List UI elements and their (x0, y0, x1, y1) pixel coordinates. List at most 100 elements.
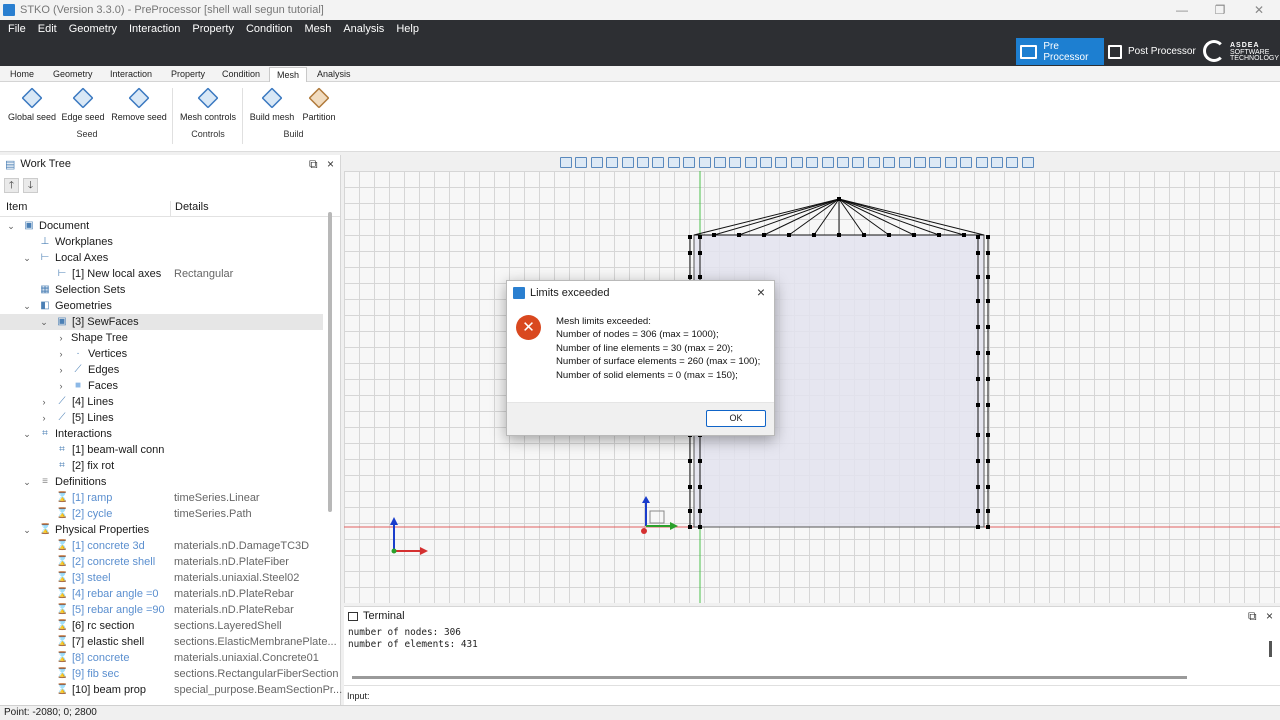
tree-row[interactable]: ⌛ [3] steel materials.uniaxial.Steel02 (0, 570, 340, 586)
edge-seed-button[interactable]: Edge seed (60, 87, 106, 122)
mesh-controls-button[interactable]: Mesh controls (178, 87, 238, 122)
menu-analysis[interactable]: Analysis (339, 23, 388, 35)
view-iso-icon[interactable] (560, 157, 572, 168)
chevron-right-icon[interactable]: › (56, 362, 66, 378)
chevron-down-icon[interactable]: ⌄ (39, 314, 49, 330)
float-panel-icon[interactable]: ⧉ (309, 157, 318, 172)
tree-row[interactable]: ⌛ [4] rebar angle =0 materials.nD.PlateReb… (0, 586, 340, 602)
close-window-icon[interactable]: ✕ (1249, 3, 1269, 17)
tree-row[interactable]: ⌛ [9] fib sec sections.RectangularFiberSec… (0, 666, 340, 682)
build-mesh-button[interactable]: Build mesh (248, 87, 296, 122)
tree-row[interactable]: ▦ Selection Sets (0, 282, 340, 298)
close-icon[interactable]: × (757, 284, 765, 300)
tab-geometry[interactable]: Geometry (46, 67, 100, 82)
chevron-down-icon[interactable]: ⌄ (22, 250, 32, 266)
select-box-icon[interactable] (852, 157, 865, 168)
tree-row[interactable]: ⌄ ◧ Geometries (0, 298, 340, 314)
chevron-down-icon[interactable]: ⌄ (22, 426, 32, 442)
menu-help[interactable]: Help (392, 23, 423, 35)
terminal-input-row[interactable]: Input: (344, 685, 1280, 705)
tree-row[interactable]: › Shape Tree (0, 330, 340, 346)
tab-condition[interactable]: Condition (215, 67, 267, 82)
tree-row[interactable]: ⊥ Workplanes (0, 234, 340, 250)
grid-icon[interactable] (806, 157, 819, 168)
close-panel-icon[interactable]: × (327, 157, 334, 171)
chevron-right-icon[interactable]: › (39, 394, 49, 410)
chevron-right-icon[interactable]: › (39, 410, 49, 426)
chevron-down-icon[interactable]: ⌄ (22, 522, 32, 538)
tree-row[interactable]: ⌛ [10] beam prop special_purpose.BeamSecti… (0, 682, 342, 698)
section-icon[interactable] (729, 157, 742, 168)
pick-icon[interactable] (775, 157, 788, 168)
chevron-right-icon[interactable]: › (56, 346, 66, 362)
render-mode-icon[interactable] (883, 157, 896, 168)
move-up-icon[interactable]: 🡑 (4, 177, 19, 193)
tree-row[interactable]: ⌗ [1] beam-wall conn (0, 442, 340, 458)
tree-row[interactable]: › ⟋ [5] Lines (0, 410, 340, 426)
menu-condition[interactable]: Condition (242, 23, 296, 35)
ok-button[interactable]: OK (706, 410, 766, 427)
tree-row[interactable]: ⌄ ≡ Definitions (0, 474, 340, 490)
menu-file[interactable]: File (4, 23, 30, 35)
tree-row[interactable]: › ⟋ [4] Lines (0, 394, 340, 410)
viewport-3d[interactable] (344, 171, 1280, 603)
perspective-icon[interactable] (667, 157, 680, 168)
tree-row[interactable]: ⌄ ▣ Document (0, 218, 340, 234)
view-front-icon[interactable] (575, 157, 588, 168)
layout-1-icon[interactable] (944, 157, 957, 168)
global-seed-button[interactable]: Global seed (6, 87, 58, 122)
tab-property[interactable]: Property (164, 67, 212, 82)
tab-analysis[interactable]: Analysis (310, 67, 358, 82)
terminal-hscrollbar[interactable] (352, 676, 1187, 679)
chevron-right-icon[interactable]: › (56, 378, 66, 394)
chevron-down-icon[interactable]: ⌄ (22, 474, 32, 490)
view-back-icon[interactable] (590, 157, 603, 168)
close-panel-icon[interactable]: × (1266, 609, 1273, 623)
axes-toggle-icon[interactable] (837, 157, 850, 168)
tree-row[interactable]: ⌛ [2] concrete shell materials.nD.PlateFib… (0, 554, 340, 570)
post-processor-button[interactable]: Post Processor (1104, 38, 1196, 65)
menu-mesh[interactable]: Mesh (300, 23, 335, 35)
light-icon[interactable] (929, 157, 942, 168)
grid-toggle-icon[interactable] (821, 157, 834, 168)
tree-row[interactable]: › ⟋ Edges (0, 362, 340, 378)
tree-row[interactable]: ⊢ [1] New local axes Rectangular (0, 266, 340, 282)
tree-row[interactable]: ⌄ ⌛ Physical Properties (0, 522, 340, 538)
tree-row[interactable]: ⌛ [7] elastic shell sections.ElasticMembra… (0, 634, 340, 650)
view-bottom-icon[interactable] (652, 157, 665, 168)
render-shaded-icon[interactable] (913, 157, 926, 168)
move-down-icon[interactable]: 🡓 (23, 177, 38, 193)
chevron-down-icon[interactable]: ⌄ (22, 298, 32, 314)
partition-button[interactable]: Partition (299, 87, 339, 122)
tree-row[interactable]: › ■ Faces (0, 378, 340, 394)
view-right-icon[interactable] (621, 157, 634, 168)
zoom-fit-icon[interactable] (744, 157, 757, 168)
tree-row[interactable]: ⌗ [2] fix rot (0, 458, 340, 474)
clip-icon[interactable] (713, 157, 726, 168)
tree-row[interactable]: ⌛ [8] concrete materials.uniaxial.Concrete… (0, 650, 340, 666)
tree-row-selected[interactable]: ⌄ ▣ [3] SewFaces (0, 314, 323, 330)
tree-row[interactable]: ⌄ ⌗ Interactions (0, 426, 340, 442)
tree-row[interactable]: ⌄ ⊢ Local Axes (0, 250, 340, 266)
tree-scrollbar[interactable] (328, 212, 332, 512)
terminal-scrollbar[interactable] (1269, 641, 1272, 657)
tree-row[interactable]: ⌛ [1] concrete 3d materials.nD.DamageTC3D (0, 538, 340, 554)
eye-hide-icon[interactable] (698, 157, 711, 168)
pre-processor-button[interactable]: Pre Processor (1016, 38, 1104, 65)
chevron-right-icon[interactable]: › (56, 330, 66, 346)
measure-icon[interactable] (790, 157, 803, 168)
tab-mesh[interactable]: Mesh (269, 67, 308, 82)
layout-4-icon[interactable] (990, 157, 1003, 168)
layout-5-icon[interactable] (1006, 157, 1019, 168)
maximize-icon[interactable]: ❐ (1210, 3, 1230, 17)
tab-home[interactable]: Home (3, 67, 41, 82)
eye-icon[interactable] (683, 157, 696, 168)
tree-row[interactable]: ⌛ [2] cycle timeSeries.Path (0, 506, 340, 522)
remove-seed-button[interactable]: Remove seed (110, 87, 168, 122)
tree-row[interactable]: ⌛ [5] rebar angle =90 materials.nD.PlateRe… (0, 602, 340, 618)
zoom-icon[interactable] (760, 157, 773, 168)
view-left-icon[interactable] (606, 157, 619, 168)
view-top-icon[interactable] (636, 157, 649, 168)
column-item[interactable]: Item (0, 201, 171, 216)
chevron-down-icon[interactable]: ⌄ (6, 218, 16, 234)
